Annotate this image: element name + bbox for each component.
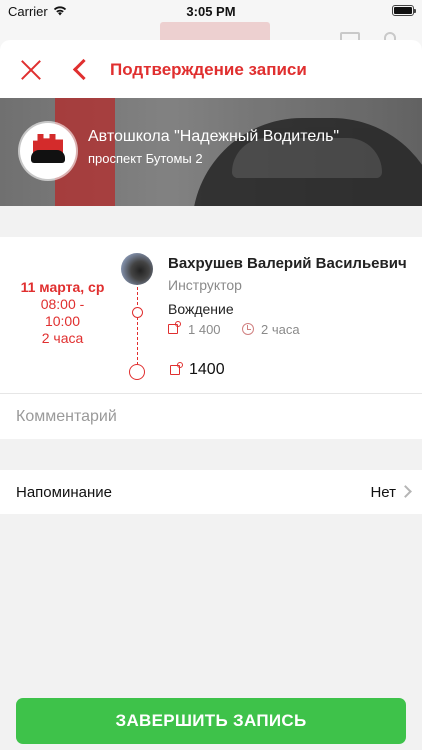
instructor-name: Вахрушев Валерий Васильевич: [168, 255, 407, 272]
total-price: 1400: [189, 361, 225, 378]
logo-car-icon: [31, 150, 65, 163]
page-title: Подтверждение записи: [110, 60, 307, 79]
reminder-value: Нет: [370, 484, 396, 501]
timeline-dot: [132, 307, 143, 318]
instructor-avatar: [121, 253, 153, 285]
navigation-bar: Подтверждение записи: [0, 40, 422, 98]
battery-icon: [392, 5, 416, 16]
comment-field: [0, 395, 422, 439]
close-icon[interactable]: [20, 59, 42, 81]
status-time: 3:05 PM: [186, 4, 236, 19]
service-name: Вождение: [168, 301, 234, 317]
school-logo: [20, 123, 76, 179]
total-price-tag-icon: [170, 362, 183, 375]
school-address: проспект Бутомы 2: [88, 151, 203, 166]
instructor-role: Инструктор: [168, 277, 242, 293]
service-duration: 2 часа: [261, 322, 300, 337]
school-name: Автошкола "Надежный Водитель": [88, 128, 340, 145]
chevron-right-icon: [399, 485, 412, 498]
clock-icon: [242, 323, 254, 335]
booking-date: 11 марта, ср: [20, 279, 105, 295]
divider: [0, 393, 422, 394]
booking-datetime: 11 марта, ср 08:00 - 10:00 2 часа: [10, 279, 115, 347]
timeline-line: [137, 282, 138, 370]
booking-details-card: 11 марта, ср 08:00 - 10:00 2 часа Вахруш…: [0, 237, 422, 395]
service-price: 1 400: [188, 322, 221, 337]
price-tag-icon: [168, 321, 181, 334]
timeline-end-dot: [129, 364, 145, 380]
chevron-left-icon[interactable]: [70, 58, 92, 82]
comment-input[interactable]: [16, 405, 406, 429]
booking-time-end: 10:00: [44, 313, 81, 329]
status-bar: Carrier 3:05 PM: [0, 0, 422, 24]
finish-booking-button[interactable]: ЗАВЕРШИТЬ ЗАПИСЬ: [16, 698, 406, 744]
reminder-row[interactable]: Напоминание Нет: [0, 470, 422, 514]
school-banner: Автошкола "Надежный Водитель" проспект Б…: [0, 98, 422, 206]
booking-time-start: 08:00 -: [40, 296, 85, 312]
reminder-label: Напоминание: [16, 484, 112, 501]
booking-duration: 2 часа: [41, 330, 84, 346]
booking-confirmation-sheet: Подтверждение записи Автошкола "Надежный…: [0, 40, 422, 750]
